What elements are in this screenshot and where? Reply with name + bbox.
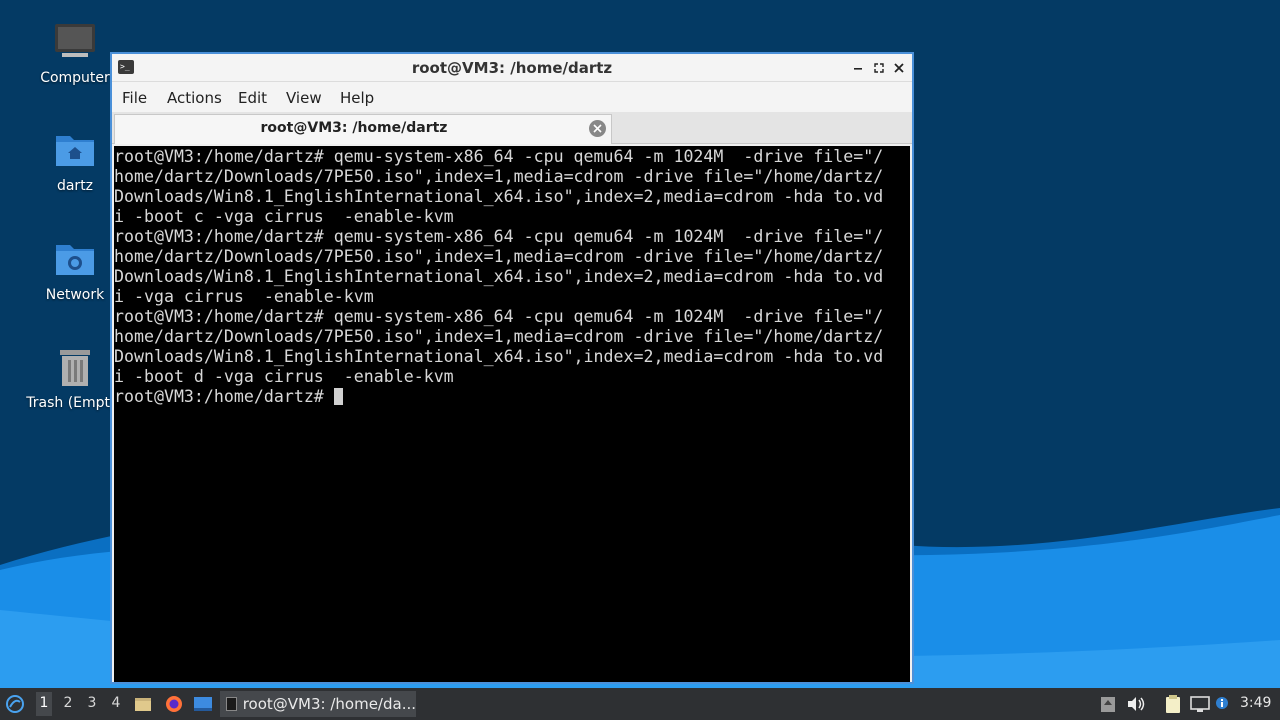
package-icon bbox=[1101, 697, 1115, 712]
menu-actions[interactable]: Actions bbox=[167, 89, 222, 107]
maximize-icon bbox=[874, 63, 884, 73]
file-manager-launcher[interactable] bbox=[133, 694, 153, 714]
terminal-prompt: root@VM3:/home/dartz# bbox=[114, 387, 334, 406]
terminal-line: root@VM3:/home/dartz# qemu-system-x86_64… bbox=[114, 307, 884, 326]
info-icon bbox=[1216, 697, 1228, 709]
minimize-button[interactable] bbox=[848, 58, 868, 78]
desktop-icon bbox=[194, 697, 212, 711]
desktop-icon-computer[interactable]: Computer bbox=[27, 20, 123, 86]
workspace-1[interactable]: 1 bbox=[36, 692, 52, 716]
terminal-line: i -vga cirrus -enable-kvm bbox=[114, 287, 374, 306]
terminal-tab[interactable]: root@VM3: /home/dartz bbox=[114, 114, 612, 144]
desktop-icon-label: dartz bbox=[56, 178, 94, 194]
terminal-line: Downloads/Win8.1_EnglishInternational_x6… bbox=[114, 267, 884, 286]
window-titlebar[interactable]: >_ root@VM3: /home/dartz bbox=[112, 54, 912, 82]
tray-clipboard[interactable] bbox=[1163, 694, 1183, 714]
taskbar-clock[interactable]: 3:49 bbox=[1240, 695, 1271, 711]
close-icon bbox=[894, 63, 904, 73]
terminal-window: >_ root@VM3: /home/dartz File Actions Ed… bbox=[110, 52, 914, 684]
workspace-3[interactable]: 3 bbox=[84, 695, 100, 711]
terminal-line: Downloads/Win8.1_EnglishInternational_x6… bbox=[114, 187, 884, 206]
show-desktop-launcher[interactable] bbox=[193, 694, 213, 714]
tray-updates[interactable] bbox=[1098, 694, 1118, 714]
terminal-line: home/dartz/Downloads/7PE50.iso",index=1,… bbox=[114, 247, 884, 266]
terminal-line: home/dartz/Downloads/7PE50.iso",index=1,… bbox=[114, 167, 884, 186]
window-title: root@VM3: /home/dartz bbox=[411, 59, 613, 77]
workspace-4[interactable]: 4 bbox=[108, 695, 124, 711]
desktop-icon-network[interactable]: Network bbox=[27, 237, 123, 303]
tray-notification[interactable] bbox=[1212, 694, 1232, 714]
lubuntu-logo-icon bbox=[6, 695, 24, 713]
workspace-2[interactable]: 2 bbox=[60, 695, 76, 711]
taskbar-task-terminal[interactable]: root@VM3: /home/da... bbox=[220, 691, 416, 717]
tab-close-button[interactable] bbox=[589, 120, 606, 137]
firefox-icon bbox=[166, 696, 182, 712]
menu-view[interactable]: View bbox=[286, 89, 322, 107]
firefox-launcher[interactable] bbox=[164, 694, 184, 714]
task-label: root@VM3: /home/da... bbox=[242, 695, 416, 713]
trash-icon bbox=[53, 345, 97, 389]
minimize-icon bbox=[854, 68, 862, 70]
network-icon bbox=[1190, 696, 1210, 712]
close-button[interactable] bbox=[889, 58, 909, 78]
terminal-line: root@VM3:/home/dartz# qemu-system-x86_64… bbox=[114, 227, 884, 246]
menu-file[interactable]: File bbox=[122, 89, 147, 107]
tab-title: root@VM3: /home/dartz bbox=[260, 120, 448, 136]
clipboard-icon bbox=[1166, 695, 1180, 713]
terminal-line: home/dartz/Downloads/7PE50.iso",index=1,… bbox=[114, 327, 884, 346]
home-folder-icon bbox=[53, 128, 97, 172]
tray-volume[interactable] bbox=[1126, 694, 1146, 714]
desktop-icon-label: Network bbox=[45, 287, 105, 303]
network-folder-icon bbox=[53, 237, 97, 281]
terminal-prompt-line[interactable]: root@VM3:/home/dartz# bbox=[114, 387, 343, 406]
close-icon bbox=[593, 124, 602, 133]
desktop-icon-label: Computer bbox=[40, 70, 110, 86]
terminal-output[interactable]: root@VM3:/home/dartz# qemu-system-x86_64… bbox=[114, 146, 910, 682]
menu-bar: File Actions Edit View Help bbox=[112, 82, 912, 112]
taskbar: 1 2 3 4 root@VM3: /home/da... 3:49 bbox=[0, 688, 1280, 720]
start-menu-button[interactable] bbox=[4, 693, 26, 715]
terminal-line: Downloads/Win8.1_EnglishInternational_x6… bbox=[114, 347, 884, 366]
terminal-line: i -boot d -vga cirrus -enable-kvm bbox=[114, 367, 454, 386]
tray-network[interactable] bbox=[1190, 694, 1210, 714]
folder-icon bbox=[135, 698, 151, 711]
terminal-line: root@VM3:/home/dartz# qemu-system-x86_64… bbox=[114, 147, 884, 166]
terminal-line: i -boot c -vga cirrus -enable-kvm bbox=[114, 207, 454, 226]
desktop-icon-home[interactable]: dartz bbox=[27, 128, 123, 194]
maximize-button[interactable] bbox=[869, 58, 889, 78]
text-cursor bbox=[333, 388, 343, 405]
menu-help[interactable]: Help bbox=[340, 89, 374, 107]
speaker-icon bbox=[1128, 697, 1145, 711]
menu-edit[interactable]: Edit bbox=[238, 89, 267, 107]
tab-bar: root@VM3: /home/dartz bbox=[112, 112, 912, 144]
terminal-icon bbox=[226, 697, 237, 711]
desktop-icon-trash[interactable]: Trash (Empty) bbox=[26, 345, 124, 411]
monitor-icon bbox=[53, 20, 97, 64]
